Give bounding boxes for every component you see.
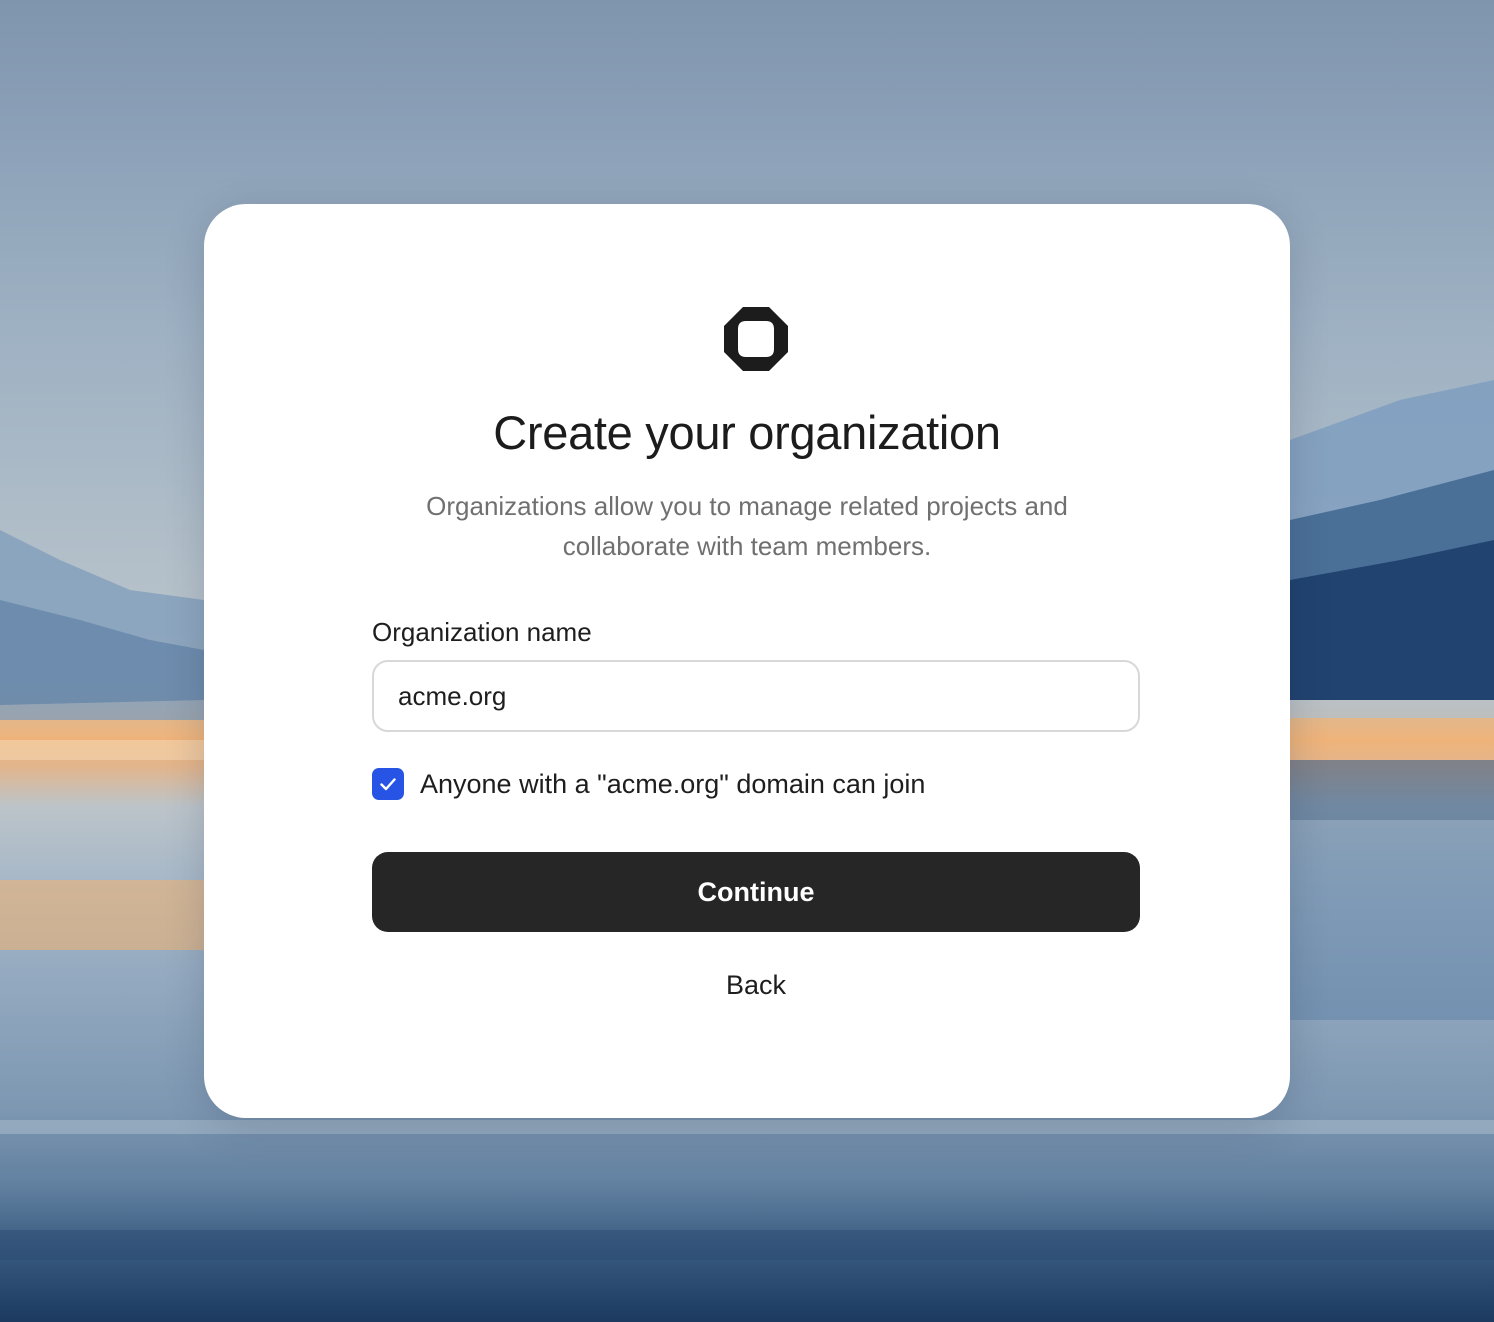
organization-name-input[interactable]: [372, 660, 1140, 732]
domain-join-checkbox[interactable]: [372, 768, 404, 800]
domain-join-label[interactable]: Anyone with a "acme.org" domain can join: [420, 767, 925, 801]
continue-button[interactable]: Continue: [372, 852, 1140, 932]
checkmark-icon: [380, 778, 396, 791]
domain-join-option: Anyone with a "acme.org" domain can join: [372, 767, 925, 801]
page-subtitle: Organizations allow you to manage relate…: [426, 491, 1068, 561]
page-title: Create your organization: [493, 406, 1001, 459]
octagon-logo-icon: [724, 307, 788, 371]
back-button[interactable]: Back: [656, 962, 856, 1008]
organization-name-label: Organization name: [372, 617, 592, 647]
create-organization-card: Create your organization Organizations a…: [204, 204, 1290, 1118]
